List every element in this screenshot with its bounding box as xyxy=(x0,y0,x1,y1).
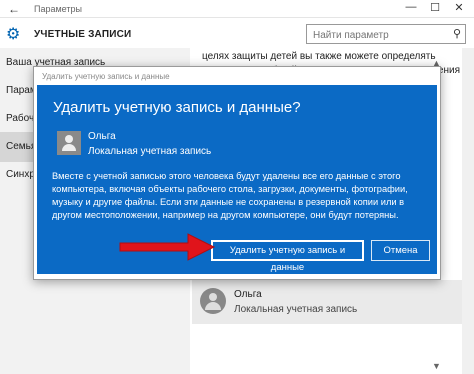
search-box[interactable]: ⚲ xyxy=(306,24,466,45)
window-title: Параметры xyxy=(34,4,82,14)
settings-header: ⚙ УЧЕТНЫЕ ЗАПИСИ ⚲ xyxy=(0,18,474,48)
red-arrow-icon xyxy=(119,233,216,261)
delete-account-dialog: Удалить учетную запись и данные? Ольга Л… xyxy=(37,85,437,274)
dialog-user-name: Ольга xyxy=(88,131,116,142)
gear-icon: ⚙ xyxy=(6,26,21,43)
dialog-frame-title: Удалить учетную запись и данные xyxy=(42,72,170,81)
dialog-user-type: Локальная учетная запись xyxy=(88,146,212,157)
scroll-down-icon[interactable]: ▼ xyxy=(432,361,441,371)
search-input[interactable] xyxy=(307,26,439,45)
minimize-icon[interactable]: — xyxy=(404,1,418,13)
dialog-title: Удалить учетную запись и данные? xyxy=(53,99,301,116)
user-name: Ольга xyxy=(234,289,262,300)
user-list-item[interactable]: Ольга Локальная учетная запись xyxy=(192,280,462,324)
delete-account-button[interactable]: Удалить учетную запись и данные xyxy=(211,240,364,273)
avatar xyxy=(200,288,226,314)
sidebar-item-label: Семья xyxy=(6,141,37,152)
close-icon[interactable]: ✕ xyxy=(452,1,466,14)
scrollbar[interactable] xyxy=(462,48,474,374)
page-title: УЧЕТНЫЕ ЗАПИСИ xyxy=(34,29,132,40)
user-account-type: Локальная учетная запись xyxy=(234,304,358,315)
cancel-button[interactable]: Отмена xyxy=(371,240,430,261)
search-icon[interactable]: ⚲ xyxy=(453,27,461,40)
maximize-icon[interactable]: ☐ xyxy=(428,1,442,14)
back-arrow-icon[interactable]: ← xyxy=(8,2,20,16)
avatar xyxy=(57,131,81,155)
window-titlebar: ← Параметры — ☐ ✕ xyxy=(0,0,474,18)
dialog-message: Вместе с учетной записью этого человека … xyxy=(52,171,408,220)
